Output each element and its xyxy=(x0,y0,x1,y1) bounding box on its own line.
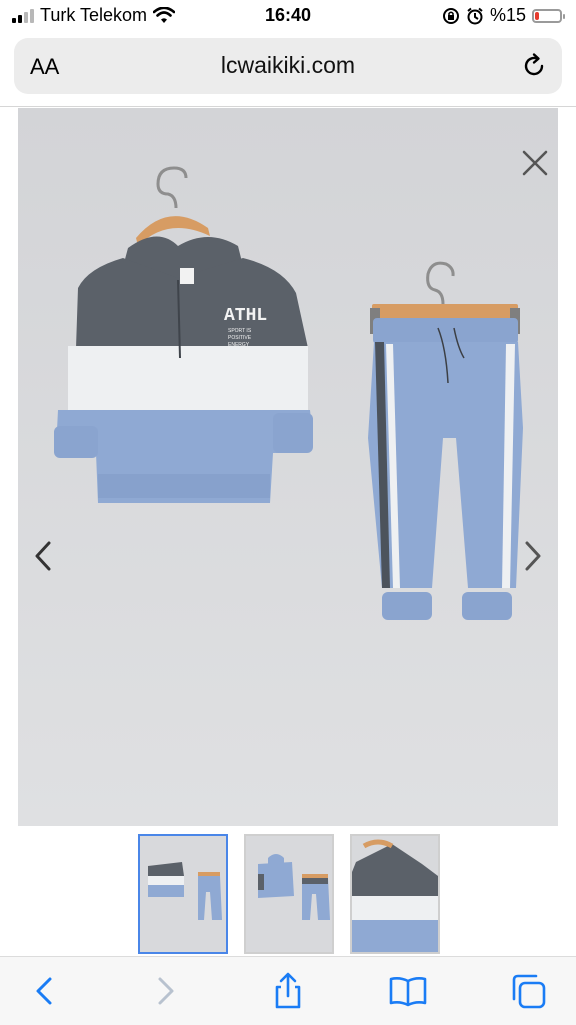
address-bar[interactable]: AA lcwaikiki.com xyxy=(14,38,562,94)
thumbnail-image xyxy=(246,836,332,952)
thumbnail-image xyxy=(140,836,226,952)
garment-print-title: ATHL xyxy=(224,306,267,326)
thumbnail-3[interactable] xyxy=(350,834,440,954)
garment-print-line: ENERGY xyxy=(228,342,250,348)
close-icon[interactable] xyxy=(520,148,550,178)
thumbnail-strip xyxy=(0,834,576,956)
chevron-left-icon[interactable] xyxy=(32,540,54,572)
product-photo: ATHL SPORT IS POSITIVE ENERGY xyxy=(18,108,558,826)
alarm-icon xyxy=(467,7,483,24)
chevron-right-icon[interactable] xyxy=(522,540,544,572)
status-icons: %15 xyxy=(442,5,565,26)
garment-print-line: SPORT IS xyxy=(228,328,252,334)
product-image-viewer[interactable]: ATHL SPORT IS POSITIVE ENERGY xyxy=(18,108,558,826)
status-bar: Turk Telekom 16:40 %15 xyxy=(0,0,576,32)
garment-print-line: POSITIVE xyxy=(228,335,252,341)
share-icon[interactable] xyxy=(268,971,308,1011)
back-icon[interactable] xyxy=(24,971,64,1011)
tabs-icon[interactable] xyxy=(508,971,548,1011)
thumbnail-image xyxy=(352,836,438,952)
reload-icon[interactable] xyxy=(520,52,548,80)
rotation-lock-icon xyxy=(442,7,459,24)
browser-toolbar xyxy=(0,956,576,1025)
forward-icon[interactable] xyxy=(146,971,186,1011)
divider xyxy=(0,106,576,107)
battery-icon xyxy=(532,8,565,23)
thumbnail-2[interactable] xyxy=(244,834,334,954)
thumbnail-1[interactable] xyxy=(138,834,228,954)
url-text[interactable]: lcwaikiki.com xyxy=(14,52,562,79)
battery-percent: %15 xyxy=(489,5,526,25)
bookmarks-icon[interactable] xyxy=(388,971,428,1011)
